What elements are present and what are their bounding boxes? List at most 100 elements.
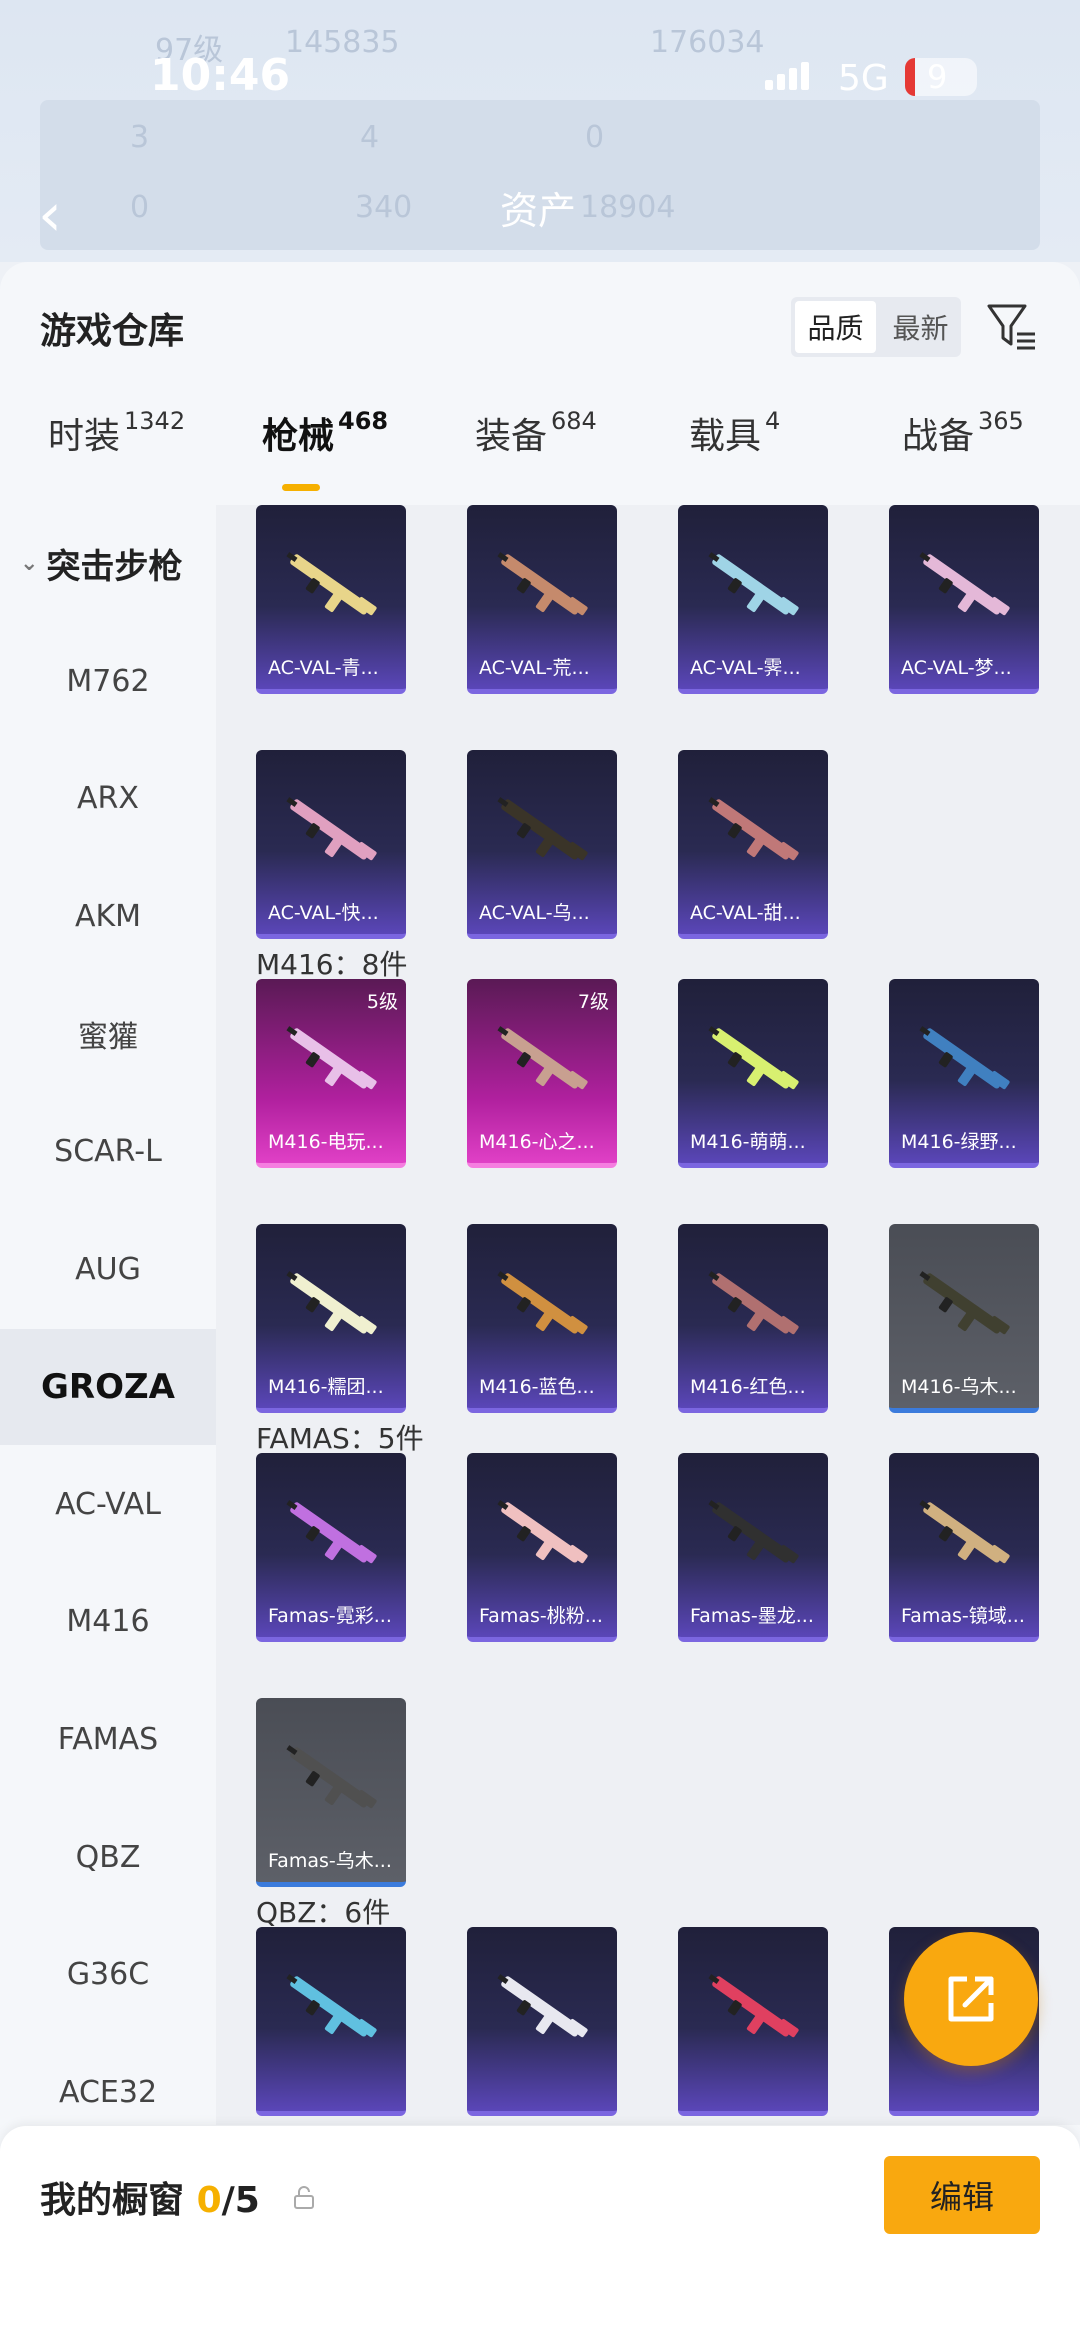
weapon-skin-card[interactable]: 7级 M416-心之...: [467, 979, 617, 1168]
tab-count: 684: [551, 407, 597, 435]
skin-name: M416-萌萌...: [690, 1131, 806, 1153]
weapon-skin-card[interactable]: Famas-墨龙...: [678, 1453, 828, 1642]
weapon-skin-card[interactable]: M416-糯团...: [256, 1224, 406, 1413]
tab-supplies[interactable]: 战备 365: [902, 407, 1024, 459]
sidebar-item[interactable]: G36C: [0, 1917, 216, 2033]
weapon-image: [497, 797, 588, 861]
battery-icon: 9: [905, 58, 977, 96]
weapon-skin-card[interactable]: AC-VAL-霁...: [678, 505, 828, 694]
weapon-skin-card[interactable]: [678, 1927, 828, 2116]
skin-name: Famas-桃粉...: [479, 1605, 603, 1627]
weapon-image: [497, 1500, 588, 1564]
weapon-skin-card[interactable]: AC-VAL-荒...: [467, 505, 617, 694]
weapon-skin-card[interactable]: Famas-桃粉...: [467, 1453, 617, 1642]
sidebar-item[interactable]: ARX: [0, 741, 216, 857]
weapon-skin-card[interactable]: Famas-乌木...: [256, 1698, 406, 1887]
weapon-skin-card[interactable]: Famas-镜域...: [889, 1453, 1039, 1642]
skin-name: M416-绿野...: [901, 1131, 1017, 1153]
sidebar-item[interactable]: M416: [0, 1564, 216, 1680]
skin-name: AC-VAL-乌...: [479, 902, 590, 924]
sidebar-item[interactable]: AC-VAL: [0, 1446, 216, 1562]
skin-name: M416-心之...: [479, 1131, 595, 1153]
weapon-image: [286, 1974, 377, 2038]
tab-count: 4: [765, 407, 781, 435]
weapon-skin-card[interactable]: AC-VAL-快...: [256, 750, 406, 939]
weapon-image: [286, 1271, 377, 1335]
weapon-skin-card[interactable]: Famas-霓彩...: [256, 1453, 406, 1642]
sort-newest-button[interactable]: 最新: [880, 297, 961, 357]
weapon-image: [708, 1500, 799, 1564]
weapon-skin-card[interactable]: AC-VAL-青...: [256, 505, 406, 694]
showcase-bar: 我的橱窗 0/5 编辑: [0, 2126, 1080, 2347]
weapon-skin-card[interactable]: [467, 1927, 617, 2116]
filter-list-icon[interactable]: [985, 300, 1039, 354]
skin-name: Famas-墨龙...: [690, 1605, 814, 1627]
sort-quality-button[interactable]: 品质: [795, 301, 876, 353]
skin-name: M416-蓝色...: [479, 1376, 595, 1398]
sidebar-item[interactable]: M762: [0, 623, 216, 739]
chevron-down-icon: ⌄: [20, 550, 39, 576]
weapon-image: [497, 1974, 588, 2038]
weapon-skin-card[interactable]: [256, 1927, 406, 2116]
share-external-icon: [948, 1976, 994, 2022]
weapon-image: [919, 1026, 1010, 1090]
edit-button[interactable]: 编辑: [884, 2156, 1040, 2234]
skin-name: AC-VAL-梦...: [901, 657, 1012, 679]
background-profile: 97级 145835 176034 3 4 0 0 340 资产 18904: [0, 0, 1080, 262]
weapon-image: [708, 1974, 799, 2038]
weapon-skin-card[interactable]: AC-VAL-梦...: [889, 505, 1039, 694]
section-title: QBZ：6件: [256, 1896, 391, 1929]
sidebar-item[interactable]: ACE32: [0, 2034, 216, 2125]
sidebar-group-assault-rifles[interactable]: ⌄ 突击步枪: [0, 505, 216, 621]
bg-stat: 3: [130, 120, 150, 155]
section-title: FAMAS：5件: [256, 1422, 424, 1455]
tab-fashion[interactable]: 时装 1342: [48, 407, 185, 459]
signal-icon: [765, 62, 809, 90]
weapon-image: [919, 1271, 1010, 1335]
weapon-skin-card[interactable]: M416-绿野...: [889, 979, 1039, 1168]
skin-name: AC-VAL-甜...: [690, 902, 801, 924]
weapon-image: [919, 552, 1010, 616]
skin-name: M416-糯团...: [268, 1376, 384, 1398]
network-type: 5G: [838, 58, 889, 99]
sidebar-item[interactable]: 蜜獾: [0, 976, 216, 1092]
page-title: 游戏仓库: [40, 311, 185, 352]
weapon-skin-card[interactable]: AC-VAL-乌...: [467, 750, 617, 939]
weapon-image: [497, 1271, 588, 1335]
tab-vehicles[interactable]: 载具 4: [689, 407, 780, 459]
skin-name: M416-电玩...: [268, 1131, 384, 1153]
skin-name: AC-VAL-荒...: [479, 657, 590, 679]
sidebar-item[interactable]: AUG: [0, 1211, 216, 1327]
tab-label: 时装: [48, 416, 121, 457]
sidebar-item[interactable]: GROZA: [0, 1328, 216, 1445]
weapon-image: [497, 552, 588, 616]
tab-label: 战备: [902, 416, 975, 457]
skin-name: AC-VAL-青...: [268, 657, 379, 679]
weapon-skin-card[interactable]: 5级 M416-电玩...: [256, 979, 406, 1168]
skin-name: AC-VAL-快...: [268, 902, 379, 924]
weapon-skin-card[interactable]: M416-红色...: [678, 1224, 828, 1413]
bg-stat: 0: [585, 120, 605, 155]
sidebar-item[interactable]: QBZ: [0, 1799, 216, 1915]
weapon-skin-card[interactable]: M416-蓝色...: [467, 1224, 617, 1413]
sidebar-item[interactable]: FAMAS: [0, 1681, 216, 1797]
weapon-skin-card[interactable]: M416-萌萌...: [678, 979, 828, 1168]
tab-label: 载具: [689, 416, 762, 457]
weapon-image: [708, 1026, 799, 1090]
weapon-skin-card[interactable]: AC-VAL-甜...: [678, 750, 828, 939]
sidebar-item[interactable]: SCAR-L: [0, 1093, 216, 1209]
weapon-skin-card[interactable]: M416-乌木...: [889, 1224, 1039, 1413]
weapon-image: [286, 1500, 377, 1564]
tab-label: 枪械: [262, 416, 335, 457]
showcase-title: 我的橱窗 0/5: [40, 2171, 260, 2223]
tab-guns[interactable]: 枪械 468: [262, 407, 388, 459]
chevron-left-icon[interactable]: ‹: [38, 180, 62, 250]
tab-equipment[interactable]: 装备 684: [475, 407, 597, 459]
sort-toggle[interactable]: 品质 最新: [791, 297, 961, 357]
tab-count: 1342: [124, 407, 186, 435]
showcase-current-count: 0: [196, 2180, 222, 2221]
bg-stat: 4: [360, 120, 380, 155]
share-button[interactable]: [904, 1932, 1038, 2066]
sidebar-item[interactable]: AKM: [0, 858, 216, 974]
bg-stat: 0: [130, 190, 150, 225]
